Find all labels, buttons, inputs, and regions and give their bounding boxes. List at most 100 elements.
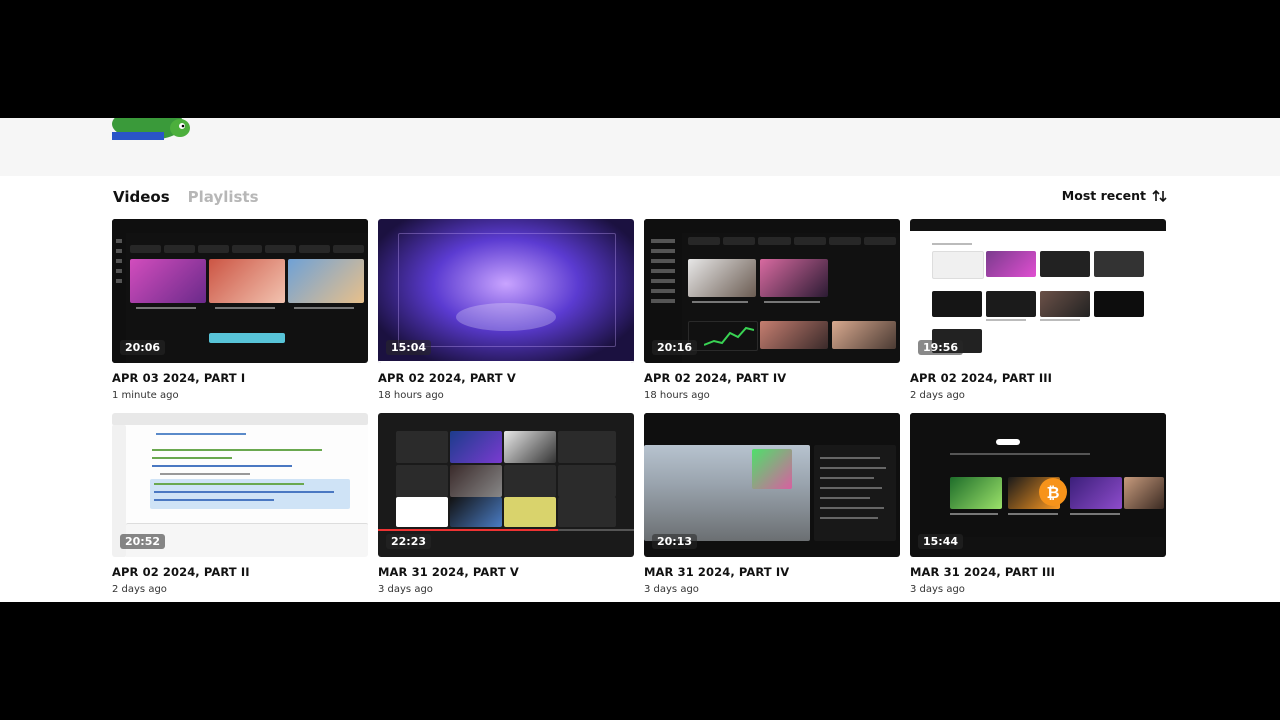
video-meta: 3 days ago	[644, 584, 699, 595]
video-card[interactable]: 22:23 MAR 31 2024, PART V 3 days ago	[378, 413, 634, 595]
thumb-top-bar	[910, 219, 1166, 231]
video-card[interactable]: 20:13 MAR 31 2024, PART IV 3 days ago	[644, 413, 900, 595]
thumb-tile	[450, 497, 502, 527]
channel-header	[0, 118, 1280, 176]
thumb-tile	[504, 497, 556, 527]
video-card[interactable]: 20:06 APR 03 2024, PART I 1 minute ago	[112, 219, 368, 401]
thumb-chat-line	[820, 477, 874, 479]
video-title[interactable]: APR 02 2024, PART IV	[644, 371, 900, 385]
video-thumbnail[interactable]: 20:13	[644, 413, 900, 557]
thumb-tile	[760, 321, 828, 349]
channel-page: Videos Playlists Most recent 20:06 APR 0…	[0, 118, 1280, 602]
thumb-code-line	[152, 457, 232, 459]
thumb-chat-line	[820, 497, 870, 499]
video-title[interactable]: APR 02 2024, PART V	[378, 371, 634, 385]
thumb-chat-line	[820, 507, 884, 509]
thumb-tile	[950, 537, 1164, 557]
video-thumbnail[interactable]: 19:56	[910, 219, 1166, 363]
thumb-text-line	[294, 307, 354, 309]
video-meta: 2 days ago	[910, 390, 965, 401]
thumb-tile	[760, 259, 828, 297]
video-thumbnail[interactable]: 20:16	[644, 219, 900, 363]
channel-avatar[interactable]	[112, 118, 192, 140]
thumb-tile	[450, 431, 502, 463]
thumb-tile	[932, 251, 984, 279]
video-duration: 20:06	[120, 340, 166, 355]
thumb-stage-floor	[456, 303, 556, 331]
thumb-chat-line	[820, 457, 880, 459]
thumb-tile	[396, 431, 448, 463]
video-meta: 18 hours ago	[378, 390, 444, 401]
thumb-tile	[558, 431, 616, 463]
video-duration: 19:56	[918, 340, 964, 355]
thumb-tile	[1094, 251, 1144, 277]
sort-label: Most recent	[1061, 188, 1146, 203]
video-card[interactable]: 15:04 APR 02 2024, PART V 18 hours ago	[378, 219, 634, 401]
thumb-youtube-bar	[910, 413, 1166, 427]
thumb-code-line	[154, 499, 274, 501]
video-title[interactable]: APR 03 2024, PART I	[112, 371, 368, 385]
video-duration: 20:16	[652, 340, 698, 355]
video-thumbnail[interactable]: 15:04	[378, 219, 634, 363]
video-duration: 20:13	[652, 534, 698, 549]
thumb-webcam	[752, 449, 792, 489]
thumb-tile	[1040, 291, 1090, 317]
video-meta: 18 hours ago	[644, 390, 710, 401]
thumb-text-line	[950, 513, 998, 515]
thumb-text-line	[692, 301, 748, 303]
thumb-youtube-bar	[644, 219, 900, 233]
video-duration: 20:52	[120, 534, 166, 549]
tab-videos[interactable]: Videos	[113, 188, 170, 206]
thumb-text-line	[932, 243, 972, 245]
thumb-tile	[396, 497, 448, 527]
video-title[interactable]: APR 02 2024, PART II	[112, 565, 368, 579]
video-grid: 20:06 APR 03 2024, PART I 1 minute ago 1…	[112, 219, 1168, 595]
video-card[interactable]: 20:16 APR 02 2024, PART IV 18 hours ago	[644, 219, 900, 401]
thumb-tile	[950, 477, 1002, 509]
video-card[interactable]: 19:56 APR 02 2024, PART III 2 days ago	[910, 219, 1166, 401]
video-thumbnail[interactable]: 22:23	[378, 413, 634, 557]
thumb-subscribe	[996, 439, 1020, 445]
video-title[interactable]: MAR 31 2024, PART V	[378, 565, 634, 579]
thumb-tile	[450, 465, 502, 497]
bitcoin-icon: ₿	[1039, 478, 1067, 506]
thumb-code-line	[152, 465, 292, 467]
thumb-tile	[932, 291, 982, 317]
video-thumbnail[interactable]: ₿ 15:44	[910, 413, 1166, 557]
video-card[interactable]: ₿ 15:44 MAR 31 2024, PART III 3 days ago	[910, 413, 1166, 595]
video-title[interactable]: MAR 31 2024, PART III	[910, 565, 1166, 579]
thumb-text-line	[1008, 513, 1058, 515]
thumb-tile	[832, 321, 896, 349]
thumb-tile	[288, 259, 364, 303]
thumb-code-line	[160, 473, 250, 475]
thumb-code-line	[154, 491, 334, 493]
sort-arrows-icon	[1152, 189, 1167, 202]
video-card[interactable]: 20:52 APR 02 2024, PART II 2 days ago	[112, 413, 368, 595]
video-title[interactable]: APR 02 2024, PART III	[910, 371, 1166, 385]
thumb-youtube-bar	[644, 413, 900, 427]
video-meta: 1 minute ago	[112, 390, 179, 401]
thumb-tile	[209, 333, 285, 343]
thumb-tile	[130, 259, 206, 303]
thumb-tile	[504, 465, 556, 497]
thumb-tile	[1124, 477, 1164, 509]
thumb-tile	[558, 497, 616, 527]
tab-playlists[interactable]: Playlists	[188, 188, 259, 206]
video-thumbnail[interactable]: 20:06	[112, 219, 368, 363]
thumb-code-line	[154, 483, 304, 485]
video-duration: 15:44	[918, 534, 964, 549]
thumb-text-line	[215, 307, 275, 309]
thumb-editor-tabs	[112, 413, 368, 425]
thumb-tile	[1070, 477, 1122, 509]
thumb-tile	[986, 291, 1036, 317]
thumb-code-line	[156, 433, 246, 435]
video-meta: 3 days ago	[378, 584, 433, 595]
video-thumbnail[interactable]: 20:52	[112, 413, 368, 557]
sort-dropdown[interactable]: Most recent	[1062, 188, 1168, 203]
video-duration: 22:23	[386, 534, 432, 549]
video-meta: 3 days ago	[910, 584, 965, 595]
thumb-tile	[504, 431, 556, 463]
thumb-tile	[1040, 251, 1090, 277]
video-title[interactable]: MAR 31 2024, PART IV	[644, 565, 900, 579]
thumb-tile	[396, 465, 448, 497]
